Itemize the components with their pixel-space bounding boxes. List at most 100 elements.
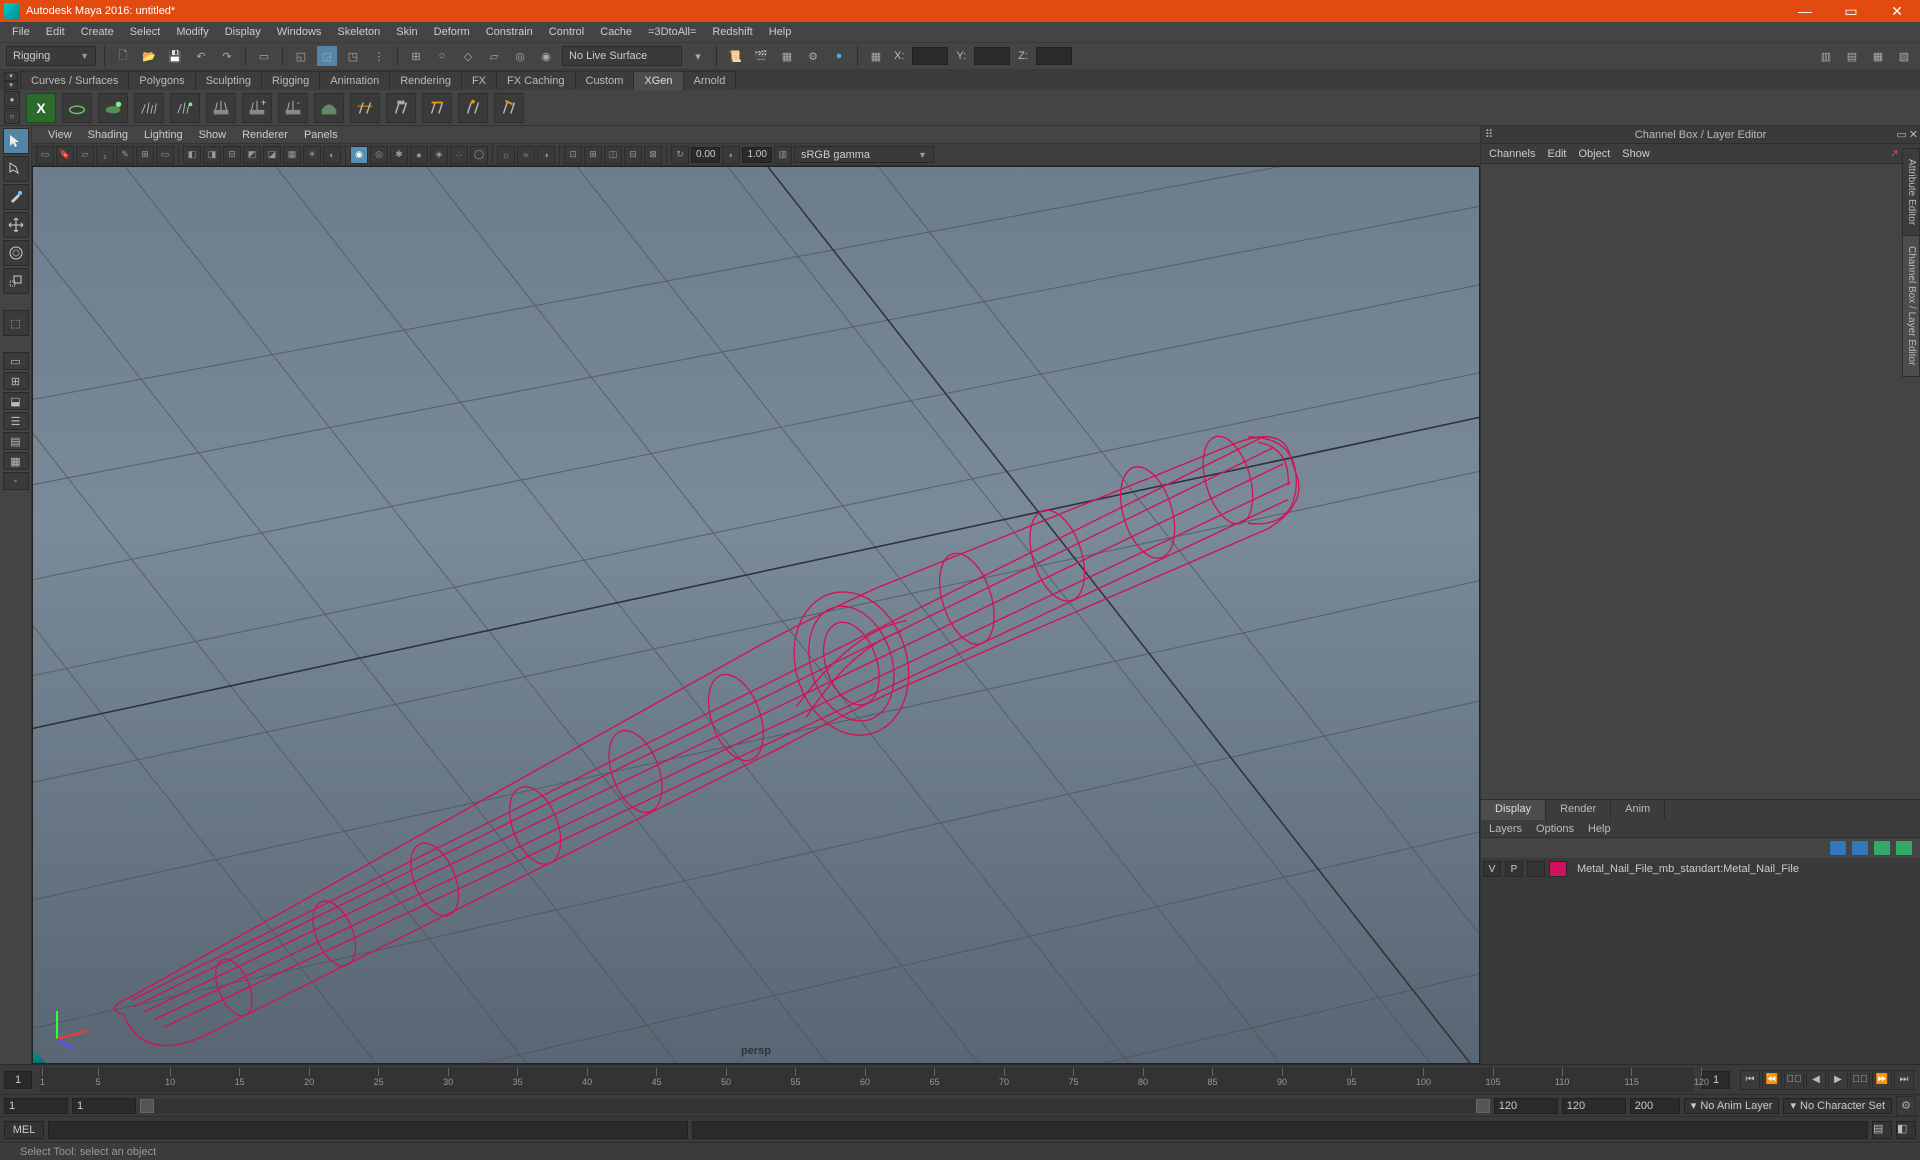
range-settings-icon[interactable]: ⚙ bbox=[1896, 1096, 1916, 1116]
shelf-tab-animation[interactable]: Animation bbox=[319, 71, 390, 90]
play-fwd-icon[interactable]: ▶ bbox=[1828, 1070, 1848, 1090]
vp-misc1-icon[interactable]: ⊡ bbox=[564, 146, 582, 164]
layer-menu-layers[interactable]: Layers bbox=[1489, 823, 1522, 835]
new-layer-selected-icon[interactable] bbox=[1896, 841, 1912, 855]
menu-skeleton[interactable]: Skeleton bbox=[329, 24, 388, 40]
last-tool[interactable]: ⬚ bbox=[3, 310, 29, 336]
vp-film-gate-icon[interactable]: ▭ bbox=[156, 146, 174, 164]
vp-misc2-icon[interactable]: ⊞ bbox=[584, 146, 602, 164]
select-mode-icon[interactable]: ▭ bbox=[254, 46, 274, 66]
shelf-tab-rigging[interactable]: Rigging bbox=[261, 71, 320, 90]
shelf-tab-xgen[interactable]: XGen bbox=[633, 71, 683, 90]
layout-two-h-icon[interactable]: ⬓ bbox=[3, 392, 29, 410]
viewport-3d[interactable]: persp bbox=[32, 166, 1480, 1064]
vp-shaded-icon[interactable]: ◩ bbox=[243, 146, 261, 164]
vp-lights-icon[interactable]: ☀ bbox=[303, 146, 321, 164]
vp-dof-icon[interactable]: ◯ bbox=[470, 146, 488, 164]
menu-edit[interactable]: Edit bbox=[38, 24, 73, 40]
snap-point-icon[interactable]: ◇ bbox=[458, 46, 478, 66]
shelf-icon-6[interactable] bbox=[206, 93, 236, 123]
shelf-tab-fxcaching[interactable]: FX Caching bbox=[496, 71, 575, 90]
layer-tab-display[interactable]: Display bbox=[1481, 800, 1546, 820]
vp-motion-blur-icon[interactable]: ◈ bbox=[430, 146, 448, 164]
range-handle-right[interactable] bbox=[1476, 1099, 1490, 1113]
menu-dtoall[interactable]: =3DtoAll= bbox=[640, 24, 704, 40]
open-scene-icon[interactable]: 📂 bbox=[139, 46, 159, 66]
vp-menu-renderer[interactable]: Renderer bbox=[234, 128, 296, 142]
timeline-current-field[interactable]: 1 bbox=[4, 1071, 32, 1089]
manip-icon[interactable]: ↗ bbox=[1890, 147, 1899, 160]
minimize-panel-icon[interactable]: ▭ bbox=[1896, 128, 1906, 141]
vp-select-camera-icon[interactable]: ▭ bbox=[36, 146, 54, 164]
layer-tab-render[interactable]: Render bbox=[1546, 800, 1611, 820]
layout-four-icon[interactable]: ⊞ bbox=[3, 372, 29, 390]
menu-select[interactable]: Select bbox=[122, 24, 169, 40]
step-fwd-icon[interactable]: ▶ﾞ bbox=[1850, 1070, 1870, 1090]
vp-exposure-field[interactable]: 0.00 bbox=[691, 147, 720, 163]
character-set-dropdown[interactable]: ▾No Character Set bbox=[1783, 1098, 1892, 1114]
go-start-icon[interactable]: ⏮ bbox=[1740, 1070, 1760, 1090]
range-end-inner[interactable]: 120 bbox=[1494, 1098, 1558, 1114]
range-handle-left[interactable] bbox=[140, 1099, 154, 1113]
vp-gamma-icon[interactable]: ◐ bbox=[722, 146, 740, 164]
play-back-icon[interactable]: ◀ bbox=[1806, 1070, 1826, 1090]
xgen-shelf-icon[interactable]: X bbox=[26, 93, 56, 123]
step-back-icon[interactable]: ◀ﾞ bbox=[1784, 1070, 1804, 1090]
anim-layer-dropdown[interactable]: ▾No Anim Layer bbox=[1684, 1098, 1780, 1114]
vp-xray-icon[interactable]: ◎ bbox=[370, 146, 388, 164]
minimize-button[interactable]: — bbox=[1782, 0, 1828, 22]
menu-constrain[interactable]: Constrain bbox=[478, 24, 541, 40]
vp-view-transform-icon[interactable]: ▥ bbox=[774, 146, 792, 164]
shelf-tab-sculpting[interactable]: Sculpting bbox=[195, 71, 262, 90]
shelf-icon-2[interactable] bbox=[62, 93, 92, 123]
menu-control[interactable]: Control bbox=[541, 24, 592, 40]
step-fwd-key-icon[interactable]: ⏩ bbox=[1872, 1070, 1892, 1090]
vp-multisample-icon[interactable]: ∴ bbox=[450, 146, 468, 164]
vp-image-plane-icon[interactable]: ▱ bbox=[76, 146, 94, 164]
hypershade-icon[interactable]: ● bbox=[829, 46, 849, 66]
layer-display-type[interactable] bbox=[1527, 861, 1545, 877]
select-object-icon[interactable]: ◲ bbox=[317, 46, 337, 66]
snap-curve-icon[interactable]: ○ bbox=[432, 46, 452, 66]
move-layer-down-icon[interactable] bbox=[1852, 841, 1868, 855]
select-misc-icon[interactable]: ⋮ bbox=[369, 46, 389, 66]
vp-misc3-icon[interactable]: ◫ bbox=[604, 146, 622, 164]
menu-redshift[interactable]: Redshift bbox=[704, 24, 760, 40]
shelf-icon-14[interactable] bbox=[494, 93, 524, 123]
layer-color-swatch[interactable] bbox=[1549, 861, 1567, 877]
vp-shadows-icon[interactable]: ◐ bbox=[323, 146, 341, 164]
vp-wire-shaded-icon[interactable]: ◪ bbox=[263, 146, 281, 164]
vp-2d-icon[interactable]: ₂ bbox=[96, 146, 114, 164]
snap-live-icon[interactable]: ◎ bbox=[510, 46, 530, 66]
shelf-tab-custom[interactable]: Custom bbox=[575, 71, 635, 90]
chevron-down-icon[interactable]: ▾ bbox=[688, 46, 708, 66]
layer-menu-options[interactable]: Options bbox=[1536, 823, 1574, 835]
edge-tab-attributeeditor[interactable]: Attribute Editor bbox=[1902, 148, 1920, 236]
vp-gate-mask-icon[interactable]: ◨ bbox=[203, 146, 221, 164]
shelf-tab-arnold[interactable]: Arnold bbox=[683, 71, 737, 90]
menu-modify[interactable]: Modify bbox=[168, 24, 216, 40]
shelf-icon-13[interactable] bbox=[458, 93, 488, 123]
rotate-tool[interactable] bbox=[3, 240, 29, 266]
close-button[interactable]: ✕ bbox=[1874, 0, 1920, 22]
select-tool[interactable] bbox=[3, 128, 29, 154]
vp-resolution-icon[interactable]: ◧ bbox=[183, 146, 201, 164]
cb-tab-edit[interactable]: Edit bbox=[1547, 148, 1566, 160]
vp-gamma-field[interactable]: 1.00 bbox=[742, 147, 771, 163]
vp-color-space-dropdown[interactable]: sRGB gamma▼ bbox=[794, 146, 934, 163]
sidebar-toggle-3-icon[interactable]: ▦ bbox=[1868, 46, 1888, 66]
shelf-icon-5[interactable] bbox=[170, 93, 200, 123]
menu-deform[interactable]: Deform bbox=[426, 24, 478, 40]
vp-textured-icon[interactable]: ▦ bbox=[283, 146, 301, 164]
cmd-input[interactable] bbox=[48, 1121, 688, 1139]
menu-display[interactable]: Display bbox=[217, 24, 269, 40]
shelf-icon-4[interactable] bbox=[134, 93, 164, 123]
range-fps[interactable]: 200 bbox=[1630, 1098, 1680, 1114]
cmd-btn2-icon[interactable]: ◧ bbox=[1896, 1121, 1916, 1139]
module-selector[interactable]: Rigging ▼ bbox=[6, 46, 96, 66]
shelf-tab-rendering[interactable]: Rendering bbox=[389, 71, 462, 90]
vp-misc5-icon[interactable]: ⊠ bbox=[644, 146, 662, 164]
select-component-icon[interactable]: ◳ bbox=[343, 46, 363, 66]
shelf-btn-1-icon[interactable]: ● bbox=[4, 91, 20, 107]
vp-wireframe-icon[interactable]: ⊟ bbox=[223, 146, 241, 164]
